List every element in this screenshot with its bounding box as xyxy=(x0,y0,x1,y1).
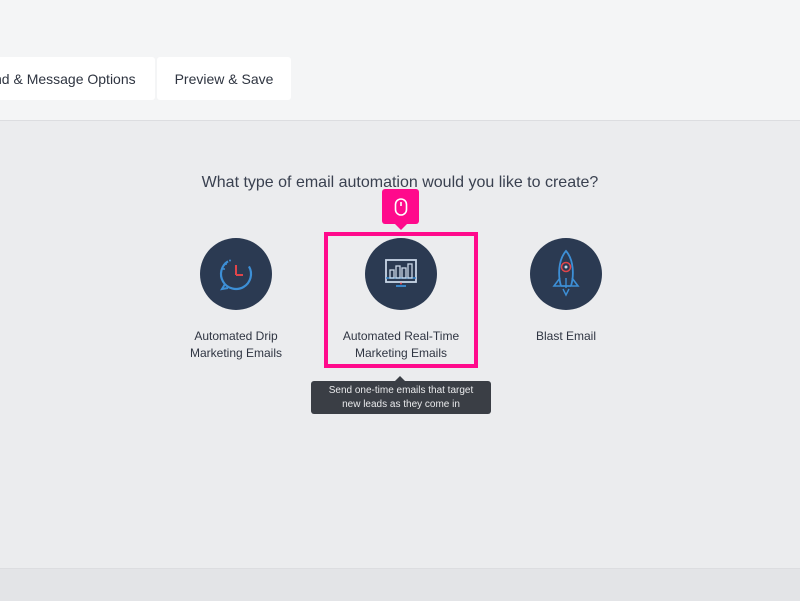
tab-label: Preview & Save xyxy=(174,70,274,87)
option-label: Automated Drip Marketing Emails xyxy=(166,328,306,362)
tooltip-line2: new leads as they come in xyxy=(342,398,460,410)
click-indicator xyxy=(382,189,419,230)
tab-label: nd & Message Options xyxy=(0,70,136,87)
option-label: Blast Email xyxy=(496,328,636,345)
footer-bar xyxy=(0,568,800,601)
option-blast-email[interactable]: Blast Email xyxy=(496,238,636,345)
option-automated-drip[interactable]: Automated Drip Marketing Emails xyxy=(166,238,306,362)
wizard-header: nd & Message Options Preview & Save xyxy=(0,0,800,121)
selection-highlight-box xyxy=(324,232,478,368)
option-label-line2: Marketing Emails xyxy=(189,346,283,360)
tooltip-line1: Send one-time emails that target xyxy=(328,384,474,396)
rocket-icon xyxy=(552,249,580,297)
option-label-line1: Blast Email xyxy=(535,329,597,343)
tab-send-message-options[interactable]: nd & Message Options xyxy=(0,57,155,100)
blast-icon-circle xyxy=(530,238,602,310)
option-tooltip: Send one-time emails that target new lea… xyxy=(311,376,491,414)
tab-preview-save[interactable]: Preview & Save xyxy=(157,57,291,100)
clock-refresh-icon xyxy=(219,257,253,291)
mouse-icon xyxy=(394,197,407,216)
drip-icon-circle xyxy=(200,238,272,310)
option-label-line1: Automated Drip xyxy=(194,329,278,343)
